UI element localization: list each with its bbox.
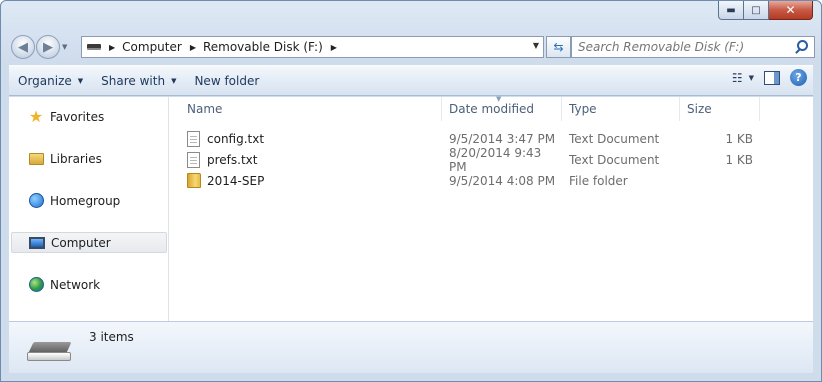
size-cell: 1 KB	[725, 152, 753, 167]
view-controls: ☷ ▼ ?	[732, 69, 807, 86]
homegroup-icon	[27, 193, 45, 209]
help-icon[interactable]: ?	[790, 69, 807, 86]
date-modified-cell: 9/5/2014 3:47 PM	[449, 131, 556, 146]
sidebar-item-label: Favorites	[50, 109, 105, 124]
forward-button[interactable]: ▶	[36, 35, 60, 59]
forward-arrow-icon: ▶	[43, 39, 53, 55]
sidebar-item-homegroup[interactable]: Homegroup	[11, 190, 167, 211]
computer-icon	[28, 235, 46, 251]
table-row[interactable]: 2014-SEP 9/5/2014 4:08 PM File folder	[180, 170, 770, 191]
chevron-down-icon: ▼	[77, 76, 84, 85]
back-arrow-icon: ◀	[18, 39, 28, 55]
refresh-button[interactable]: ⇆	[546, 36, 571, 58]
explorer-window: ▬ □ ✕ ◀ ▶ ▼ ▶ Computer ▶ Removable Disk …	[0, 0, 822, 382]
close-button[interactable]: ✕	[769, 1, 813, 20]
caption-buttons: ▬ □ ✕	[718, 1, 813, 21]
type-cell: File folder	[569, 173, 628, 188]
sort-indicator-icon: ▼	[496, 95, 502, 103]
breadcrumb-separator-icon[interactable]: ▶	[331, 43, 337, 52]
type-cell: Text Document	[569, 152, 660, 167]
breadcrumb-computer[interactable]: Computer	[122, 40, 182, 54]
file-name: config.txt	[207, 131, 265, 146]
sidebar-item-label: Network	[50, 277, 101, 292]
recent-pages-dropdown-icon[interactable]: ▼	[62, 43, 67, 51]
chevron-down-icon: ▼	[748, 73, 754, 82]
breadcrumb-separator-icon[interactable]: ▶	[190, 43, 196, 52]
libraries-icon	[27, 151, 45, 167]
file-name: 2014-SEP	[207, 173, 265, 188]
new-folder-button[interactable]: New folder	[185, 69, 268, 93]
sidebar-item-favorites[interactable]: ★ Favorites	[11, 106, 167, 127]
column-header-name[interactable]: Name	[180, 97, 442, 121]
text-file-icon	[187, 130, 200, 147]
address-dropdown-icon[interactable]: ▼	[533, 41, 539, 50]
details-pane: 3 items	[9, 321, 813, 373]
search-icon[interactable]	[792, 38, 810, 56]
breadcrumb-separator-icon[interactable]: ▶	[109, 43, 115, 52]
drive-icon	[87, 44, 101, 50]
maximize-button[interactable]: □	[744, 1, 769, 20]
share-with-button[interactable]: Share with ▼	[92, 69, 185, 93]
command-bar: Organize ▼ Share with ▼ New folder ☷ ▼ ?	[9, 65, 813, 96]
navigation-pane: ★ Favorites Libraries Homegroup Computer…	[9, 97, 169, 321]
size-cell: 1 KB	[725, 131, 753, 146]
sidebar-item-label: Libraries	[50, 151, 102, 166]
date-modified-cell: 9/5/2014 4:08 PM	[449, 173, 556, 188]
minimize-button[interactable]: ▬	[718, 1, 744, 20]
share-with-label: Share with	[101, 73, 166, 88]
organize-label: Organize	[18, 73, 72, 88]
sidebar-item-label: Homegroup	[50, 193, 121, 208]
history-buttons: ◀ ▶ ▼	[11, 35, 67, 59]
column-header-label: Date modified	[449, 102, 535, 116]
sidebar-item-network[interactable]: Network	[11, 274, 167, 295]
change-view-button[interactable]: ☷ ▼	[732, 71, 754, 85]
chevron-down-icon: ▼	[171, 76, 177, 85]
item-count: 3 items	[89, 330, 134, 344]
view-list-icon: ☷	[731, 70, 743, 85]
type-cell: Text Document	[569, 131, 660, 146]
navigation-bar: ◀ ▶ ▼ ▶ Computer ▶ Removable Disk (F:) ▶…	[9, 33, 815, 61]
search-box[interactable]	[571, 36, 815, 58]
search-input[interactable]	[572, 40, 792, 54]
organize-button[interactable]: Organize ▼	[9, 69, 92, 93]
table-row[interactable]: prefs.txt 8/20/2014 9:43 PM Text Documen…	[180, 146, 770, 174]
new-folder-label: New folder	[194, 73, 260, 88]
column-headers: Name ▼ Date modified Type Size	[180, 95, 770, 121]
file-list: Name ▼ Date modified Type Size config.tx…	[170, 95, 813, 321]
column-header-type[interactable]: Type	[562, 97, 680, 121]
address-bar[interactable]: ▶ Computer ▶ Removable Disk (F:) ▶ ▼	[81, 36, 544, 58]
removable-drive-icon	[27, 342, 73, 362]
refresh-icon: ⇆	[553, 40, 564, 54]
text-file-icon	[187, 151, 200, 168]
sidebar-item-computer[interactable]: Computer	[11, 232, 167, 253]
preview-pane-icon[interactable]	[764, 70, 780, 85]
star-icon: ★	[28, 106, 44, 126]
column-header-date-modified[interactable]: ▼ Date modified	[442, 95, 562, 121]
back-button[interactable]: ◀	[11, 35, 35, 59]
column-header-size[interactable]: Size	[680, 97, 760, 121]
main-content: ★ Favorites Libraries Homegroup Computer…	[9, 95, 813, 321]
breadcrumb-removable-disk[interactable]: Removable Disk (F:)	[203, 40, 323, 54]
file-name-cell: 2014-SEP	[180, 173, 442, 188]
sidebar-item-libraries[interactable]: Libraries	[11, 148, 167, 169]
sidebar-item-label: Computer	[51, 235, 111, 250]
network-icon	[27, 277, 45, 293]
folder-icon	[187, 173, 201, 188]
file-name: prefs.txt	[207, 152, 258, 167]
file-name-cell: prefs.txt	[180, 151, 442, 168]
file-name-cell: config.txt	[180, 130, 442, 147]
